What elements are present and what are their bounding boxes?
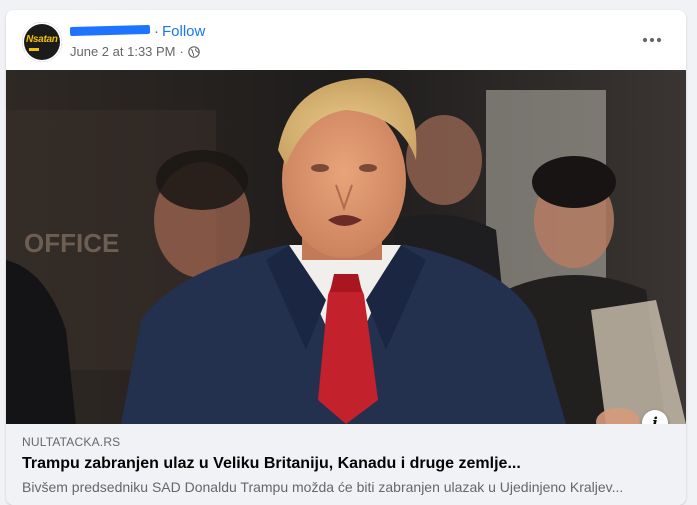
post-photo[interactable]: OFFICE i	[6, 70, 686, 424]
post-header: Nsatan · Follow June 2 at 1:33 PM ·	[6, 10, 686, 70]
post-card: Nsatan · Follow June 2 at 1:33 PM · OFFI…	[6, 10, 686, 505]
link-domain: NULTATACKA.RS	[22, 435, 121, 449]
news-photo-illustration: OFFICE	[6, 70, 686, 424]
meta-separator: ·	[179, 44, 184, 59]
post-meta: June 2 at 1:33 PM ·	[70, 44, 200, 59]
link-preview[interactable]: NULTATACKA.RS Trampu zabranjen ulaz u Ve…	[6, 424, 686, 505]
link-description: Bivšem predsedniku SAD Donaldu Trampu mo…	[22, 479, 624, 495]
svg-text:OFFICE: OFFICE	[24, 228, 119, 258]
globe-icon[interactable]	[188, 45, 200, 58]
follow-button[interactable]: Follow	[162, 23, 205, 40]
post-timestamp[interactable]: June 2 at 1:33 PM	[70, 44, 176, 59]
info-icon: i	[652, 414, 658, 424]
link-headline[interactable]: Trampu zabranjen ulaz u Veliku Britaniju…	[22, 455, 662, 473]
avatar-logo-text: Nsatan	[26, 34, 58, 45]
avatar-logo-stripe	[29, 48, 39, 51]
page-avatar[interactable]: Nsatan	[22, 22, 62, 62]
redacted-page-name[interactable]	[69, 24, 151, 36]
author-row: · Follow	[69, 22, 205, 40]
name-separator: ·	[154, 22, 159, 40]
more-horizontal-icon	[642, 37, 662, 43]
more-options-button[interactable]	[638, 28, 666, 52]
